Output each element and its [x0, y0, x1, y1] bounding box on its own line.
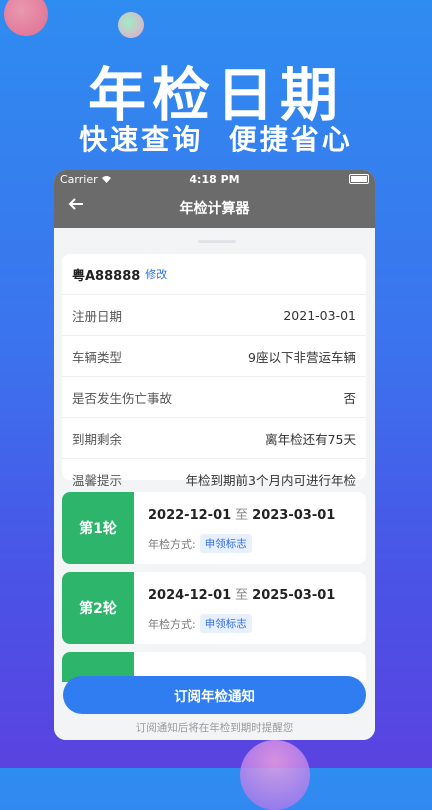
decor-bubble-purple: [240, 740, 310, 810]
round-tag: 第1轮: [62, 492, 134, 564]
info-value: 离年检还有75天: [265, 431, 356, 447]
info-row-remaining: 到期剩余 离年检还有75天: [62, 417, 366, 458]
info-label: 是否发生伤亡事故: [72, 390, 173, 406]
round-body: 2022-12-01 至 2023-03-01 年检方式: 申领标志: [134, 492, 335, 564]
info-row-accident: 是否发生伤亡事故 否: [62, 376, 366, 417]
round-method-badge: 申领标志: [199, 534, 252, 553]
info-value: 年检到期前3个月内可进行年检: [185, 472, 356, 488]
info-value: 9座以下非营运车辆: [248, 349, 356, 365]
round-date-separator: 至: [235, 508, 249, 523]
subscribe-button[interactable]: 订阅年检通知: [63, 676, 366, 714]
plate-number: 粤A88888: [72, 268, 141, 284]
nav-bar: 年检计算器: [54, 188, 375, 228]
edit-plate-link[interactable]: 修改: [145, 266, 167, 282]
status-bar: Carrier 4:18 PM: [54, 170, 375, 188]
info-row-vehicle-type: 车辆类型 9座以下非营运车辆: [62, 335, 366, 376]
round-card[interactable]: 第2轮 2024-12-01 至 2025-03-01 年检方式: 申领标志: [62, 572, 366, 644]
round-tag: 第2轮: [62, 572, 134, 644]
round-start-date: 2024-12-01: [148, 588, 232, 603]
back-arrow-icon[interactable]: [66, 194, 86, 220]
hero-subtitle: 快速查询 便捷省心: [79, 123, 353, 156]
info-label: 温馨提示: [72, 472, 123, 488]
info-row-register-date: 注册日期 2021-03-01: [62, 294, 366, 335]
round-method-label: 年检方式:: [148, 617, 196, 631]
info-label: 到期剩余: [72, 431, 123, 447]
round-method: 年检方式: 申领标志: [148, 614, 335, 633]
round-start-date: 2022-12-01: [148, 508, 232, 523]
round-body: 2024-12-01 至 2025-03-01 年检方式: 申领标志: [134, 572, 335, 644]
decor-bubble-pink: [4, 0, 48, 36]
round-card[interactable]: 第1轮 2022-12-01 至 2023-03-01 年检方式: 申领标志: [62, 492, 366, 564]
bottom-sheet: 粤A88888 修改 注册日期 2021-03-01 车辆类型 9座以下非营运车…: [54, 228, 375, 740]
status-time: 4:18 PM: [189, 172, 240, 186]
battery-icon: [349, 174, 369, 184]
sheet-grabber[interactable]: [198, 240, 236, 243]
plate-row: 粤A88888 修改: [62, 254, 366, 294]
round-method-badge: 申领标志: [199, 614, 252, 633]
vehicle-info-card: 粤A88888 修改 注册日期 2021-03-01 车辆类型 9座以下非营运车…: [62, 254, 366, 488]
round-dates: 2024-12-01 至 2025-03-01: [148, 584, 335, 603]
info-value: 否: [343, 390, 356, 406]
decor-bubble-green: [118, 12, 144, 38]
round-date-separator: 至: [235, 588, 249, 603]
round-method-label: 年检方式:: [148, 537, 196, 551]
nav-title: 年检计算器: [179, 201, 250, 217]
round-end-date: 2023-03-01: [252, 508, 336, 523]
info-label: 注册日期: [72, 308, 123, 324]
info-value: 2021-03-01: [283, 307, 356, 323]
round-end-date: 2025-03-01: [252, 588, 336, 603]
round-method: 年检方式: 申领标志: [148, 534, 335, 553]
round-dates: 2022-12-01 至 2023-03-01: [148, 504, 335, 523]
info-label: 车辆类型: [72, 349, 123, 365]
phone-frame: Carrier 4:18 PM 年检计算器 粤A88888 修改 注册日期 20…: [54, 170, 375, 740]
subscribe-footnote: 订阅通知后将在年检到期时提醒您: [135, 722, 294, 734]
